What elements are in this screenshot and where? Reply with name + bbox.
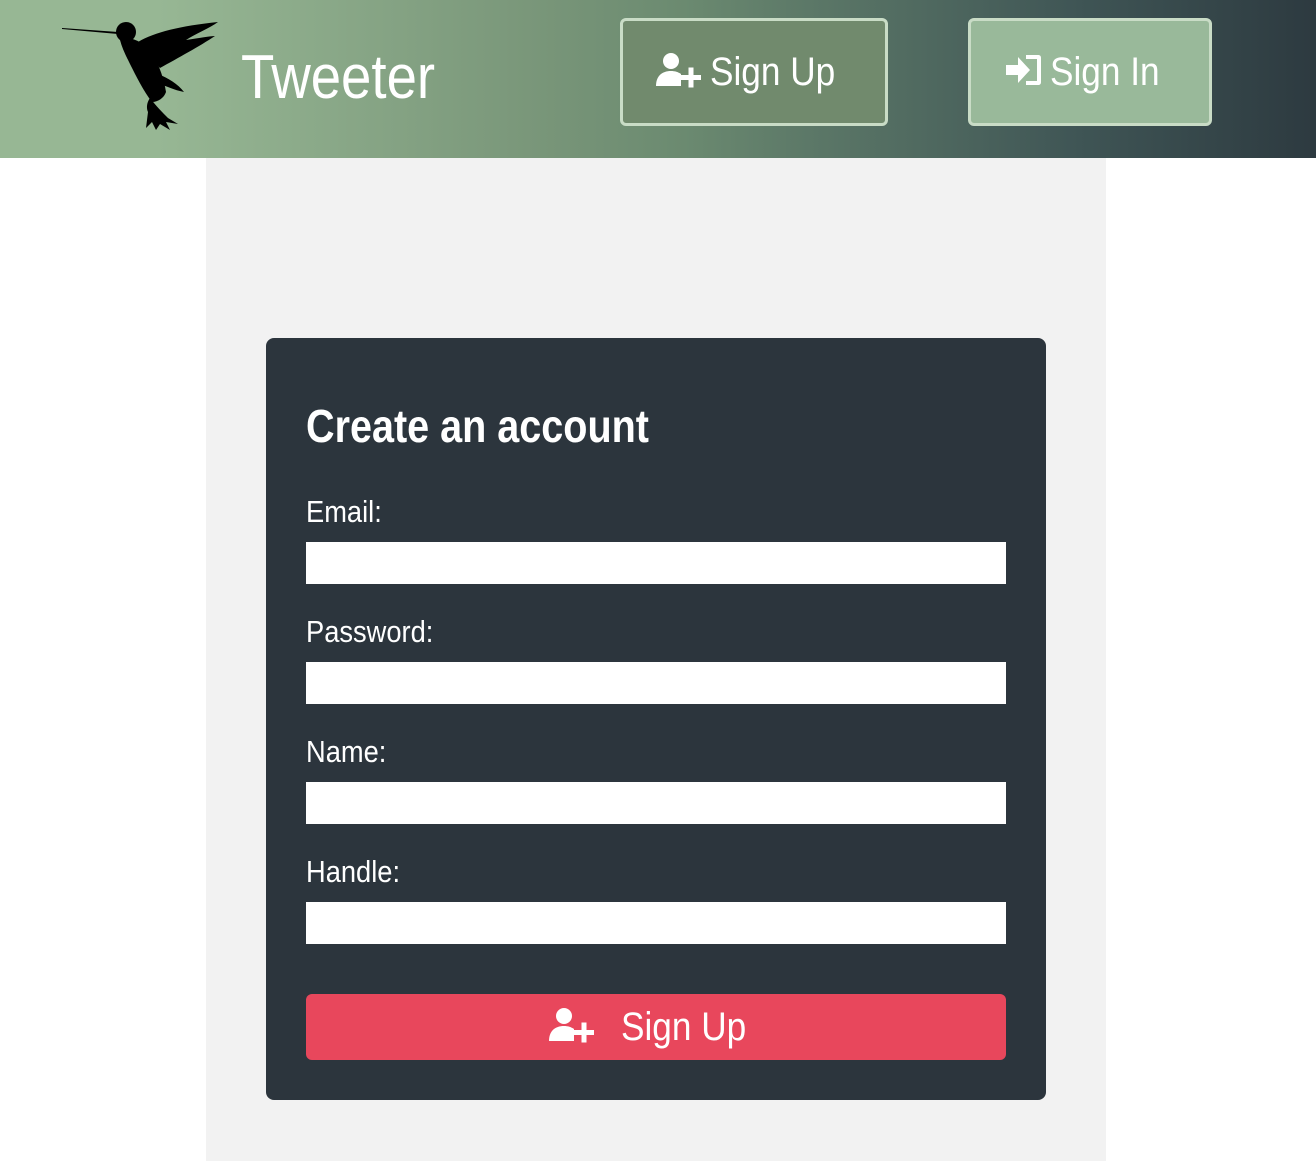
user-plus-icon: [548, 1007, 595, 1048]
nav-sign-in-button[interactable]: Sign In: [968, 18, 1212, 126]
sign-in-icon: [1005, 53, 1042, 92]
brand-name[interactable]: Tweeter: [241, 40, 435, 116]
sign-up-submit-button[interactable]: Sign Up: [306, 994, 1006, 1060]
email-label: Email:: [306, 494, 382, 529]
name-label: Name:: [306, 734, 387, 769]
handle-field[interactable]: [306, 902, 1006, 944]
hummingbird-logo-icon[interactable]: [60, 14, 220, 132]
sign-up-submit-label: Sign Up: [620, 1005, 747, 1049]
signup-card: Create an account Email: Password: Name:…: [266, 338, 1046, 1100]
handle-label: Handle:: [306, 854, 401, 889]
nav-sign-in-label: Sign In: [1049, 50, 1160, 94]
form-title: Create an account: [306, 400, 649, 452]
name-field[interactable]: [306, 782, 1006, 824]
nav-sign-up-label: Sign Up: [709, 50, 836, 94]
email-field[interactable]: [306, 542, 1006, 584]
top-nav-bar: Tweeter Sign Up Sign In: [0, 0, 1316, 158]
password-field[interactable]: [306, 662, 1006, 704]
user-plus-icon: [655, 52, 702, 93]
nav-sign-up-button[interactable]: Sign Up: [620, 18, 888, 126]
password-label: Password:: [306, 614, 434, 649]
